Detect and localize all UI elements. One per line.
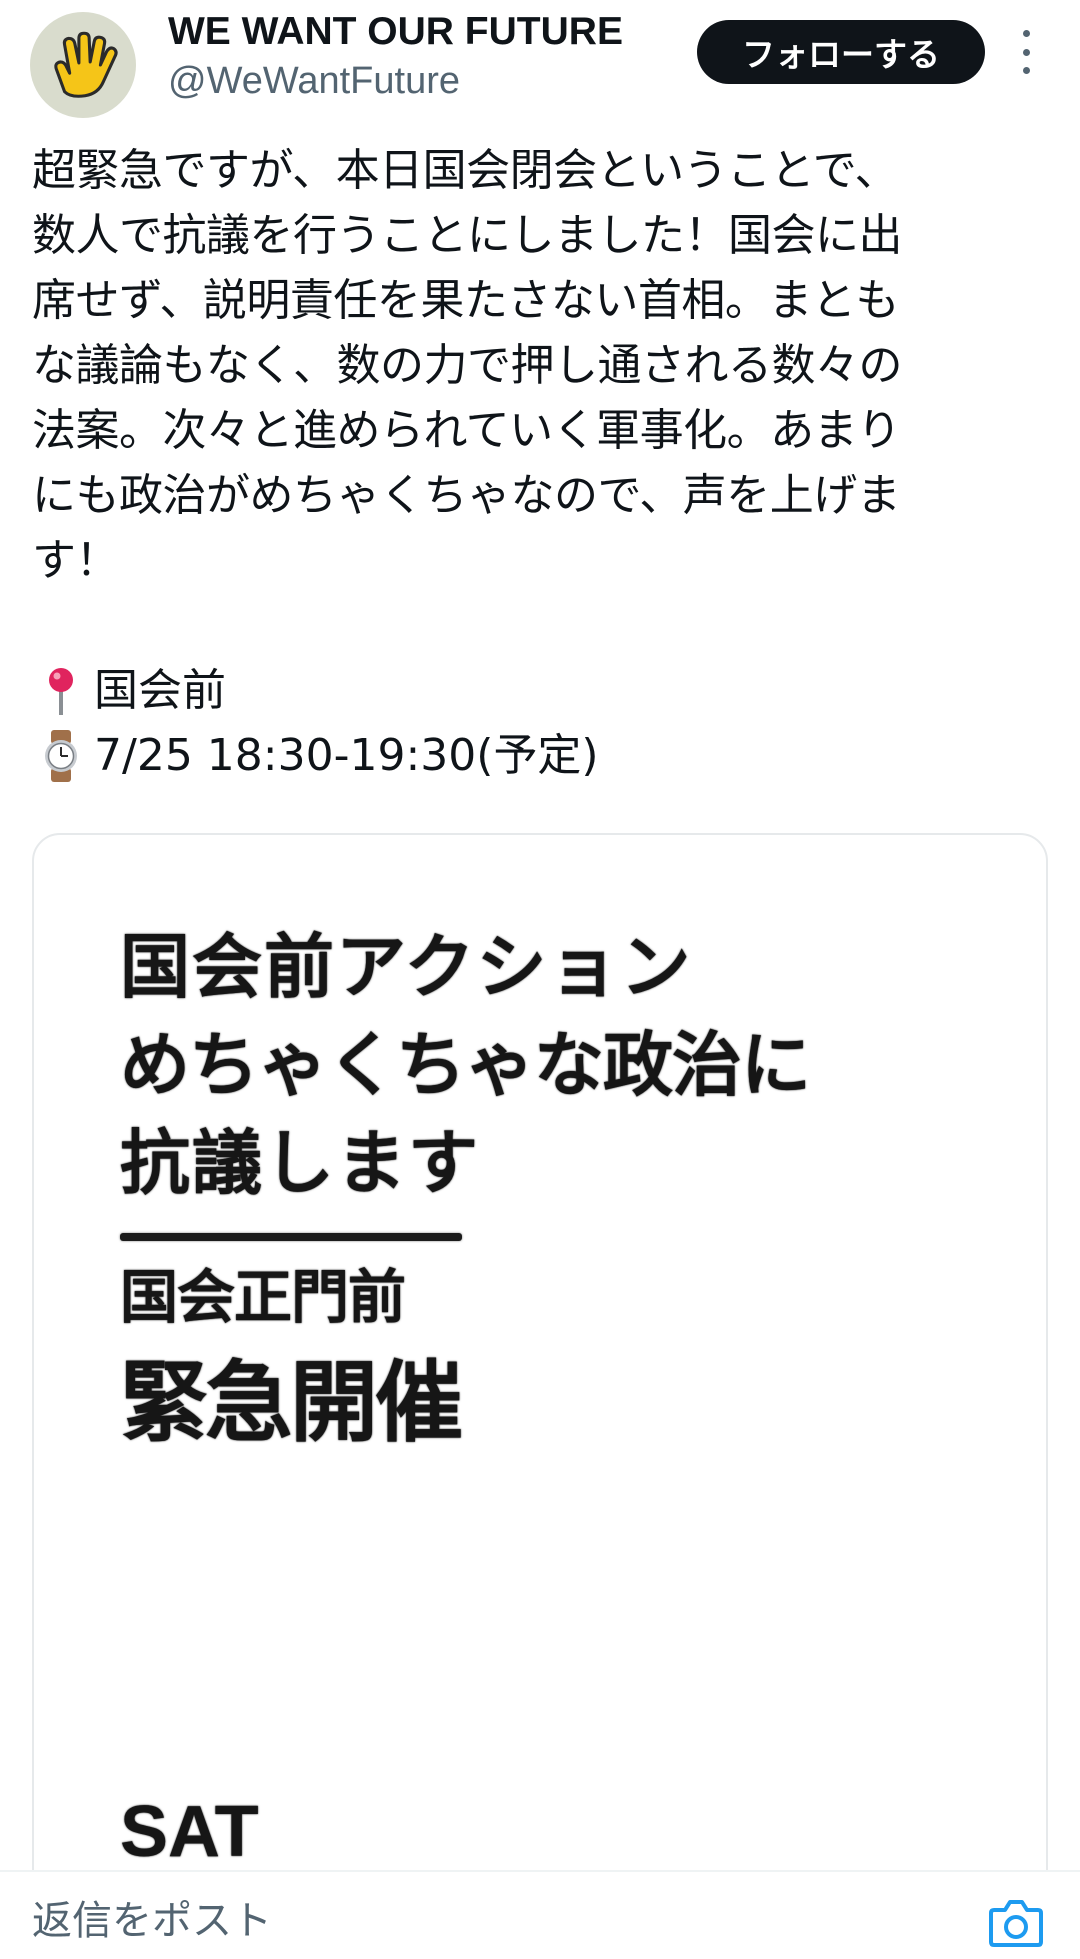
post-text-line: 席せず、説明責任を果たさない首相。まとも <box>32 275 899 326</box>
post-text-line: にも政治がめちゃくちゃなので、声を上げま <box>32 470 901 521</box>
post-text-line: 法案。次々と進められていく軍事化。あまり <box>32 405 901 456</box>
location-row: 国会前 <box>32 658 599 723</box>
post-text-line: す！ <box>32 535 120 586</box>
location-text: 国会前 <box>94 665 226 716</box>
post-event-details: 国会前 7/25 18:30-19:30(予定) <box>32 658 599 788</box>
camera-icon[interactable] <box>988 1898 1044 1948</box>
more-dot <box>1022 48 1030 56</box>
post-text-line: 超緊急ですが、本日国会閉会ということで、 <box>32 145 899 196</box>
author-name[interactable]: WE WANT OUR FUTURE <box>168 10 623 54</box>
raised-hand-icon <box>54 31 118 98</box>
time-row: 7/25 18:30-19:30(予定) <box>32 723 599 788</box>
poster-subline: 抗議します <box>120 1122 480 1204</box>
follow-button[interactable]: フォローする <box>697 20 985 84</box>
poster-day: SAT <box>120 1792 259 1872</box>
poster-emergency: 緊急開催 <box>120 1351 463 1454</box>
author-avatar[interactable] <box>30 12 136 118</box>
poster-subline: めちゃくちゃな政治に <box>120 1024 811 1106</box>
reply-bar: 返信をポスト <box>0 1870 1080 1959</box>
poster-location: 国会正門前 <box>120 1263 406 1331</box>
post-detail-screen: WE WANT OUR FUTURE @WeWantFuture フォローする … <box>0 0 1080 1959</box>
reply-input[interactable]: 返信をポスト <box>32 1888 272 1946</box>
media-card[interactable]: 国会前アクション めちゃくちゃな政治に 抗議します 国会正門前 緊急開催 SAT <box>32 833 1048 1959</box>
post-text-line: な議論もなく、数の力で押し通される数々の <box>32 340 903 391</box>
poster-divider <box>120 1233 462 1241</box>
time-text: 7/25 18:30-19:30(予定) <box>94 730 599 781</box>
poster-headline: 国会前アクション <box>120 926 693 1008</box>
watch-icon <box>32 729 90 782</box>
more-dot <box>1022 30 1030 37</box>
pin-icon <box>32 665 90 717</box>
more-vertical-icon[interactable] <box>1012 30 1040 74</box>
post-text-line: 数人で抗議を行うことにしました！国会に出 <box>32 210 903 261</box>
more-dot <box>1022 67 1030 74</box>
author-handle[interactable]: @WeWantFuture <box>168 60 460 103</box>
post-text: 超緊急ですが、本日国会閉会ということで、 数人で抗議を行うことにしました！国会に… <box>32 138 1052 593</box>
